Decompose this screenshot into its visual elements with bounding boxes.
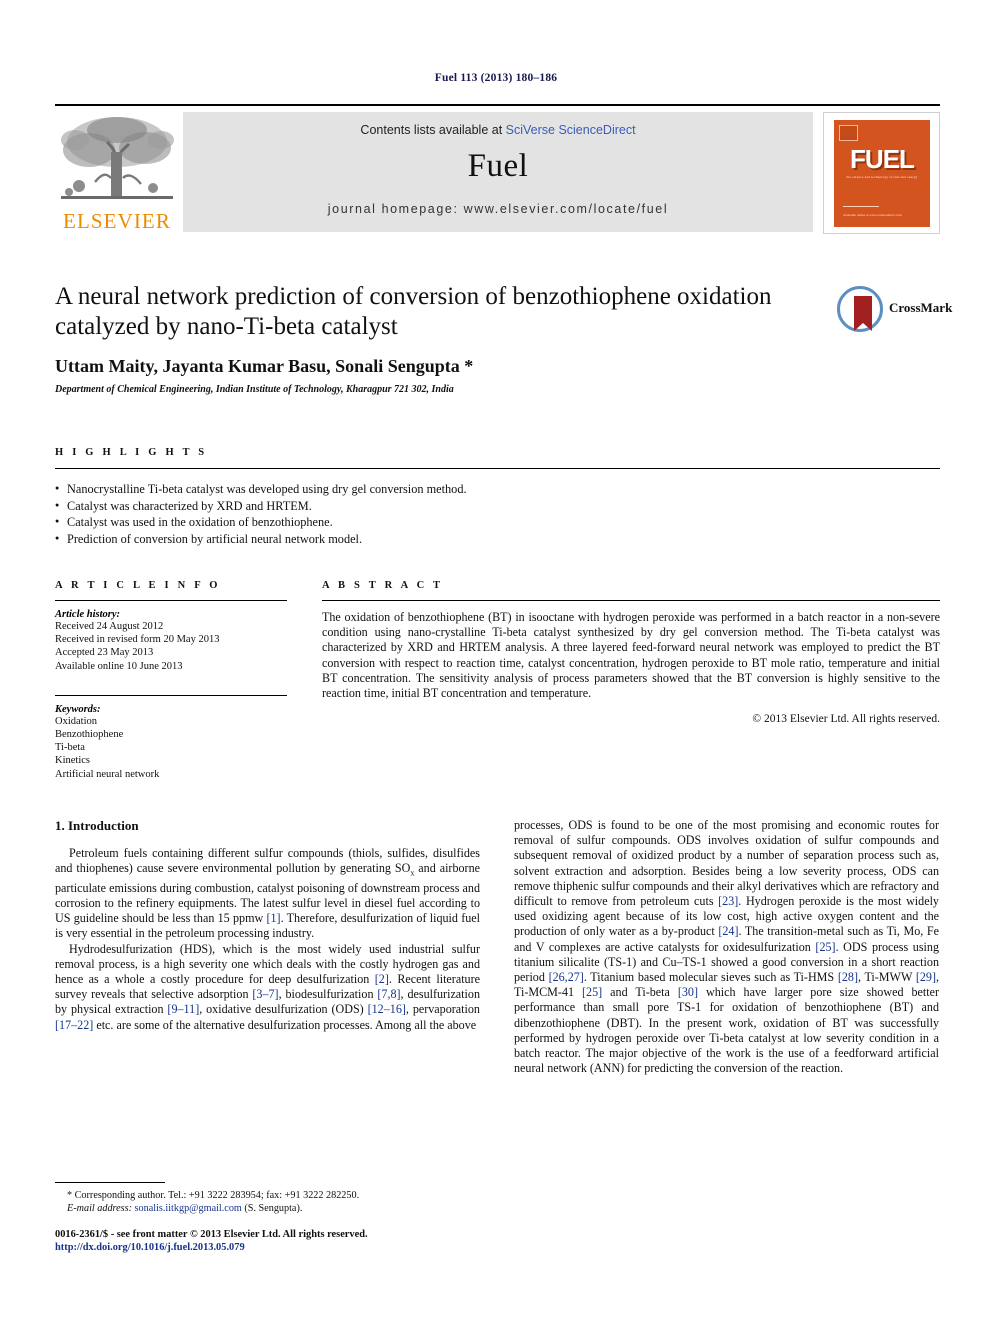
keywords-block: Keywords: Oxidation Benzothiophene Ti-be… [55, 694, 287, 781]
keyword-item: Ti-beta [55, 742, 85, 754]
elsevier-wordmark: ELSEVIER [63, 209, 171, 233]
highlights-list: Nanocrystalline Ti-beta catalyst was dev… [55, 480, 940, 548]
issn-copyright-line: 0016-2361/$ - see front matter © 2013 El… [55, 1229, 368, 1240]
email-owner: (S. Sengupta). [244, 1203, 303, 1214]
article-info-column: A R T I C L E I N F O Article history: R… [55, 580, 287, 781]
cover-elsevier-mark-icon [839, 125, 858, 141]
copyright-line: © 2013 Elsevier Ltd. All rights reserved… [752, 713, 940, 726]
article-body: 1. Introduction Petroleum fuels containi… [55, 818, 940, 1076]
imprint-block: 0016-2361/$ - see front matter © 2013 El… [55, 1228, 525, 1254]
elsevier-logo: ELSEVIER [55, 112, 179, 234]
journal-homepage-link[interactable]: journal homepage: www.elsevier.com/locat… [183, 202, 813, 216]
keyword-item: Oxidation [55, 715, 97, 727]
history-line: Received 24 August 2012 [55, 621, 164, 632]
list-item: Catalyst was characterized by XRD and HR… [55, 497, 940, 515]
author-list: Uttam Maity, Jayanta Kumar Basu, Sonali … [55, 356, 474, 376]
crossmark-ribbon-icon [854, 296, 872, 331]
history-line: Received in revised form 20 May 2013 [55, 634, 220, 646]
keyword-item: Benzothiophene [55, 729, 124, 741]
body-column-right: processes, ODS is found to be one of the… [514, 818, 939, 1076]
corresponding-author-line: * Corresponding author. Tel.: +91 3222 2… [67, 1190, 360, 1201]
elsevier-tree-icon [55, 112, 179, 208]
masthead-top-rule [55, 104, 940, 106]
journal-article-page: Fuel 113 (2013) 180–186 ELSEVIER Content… [0, 0, 992, 1323]
abstract-rule [322, 600, 940, 601]
journal-cover-thumbnail: FUEL the science and technology of fuel … [823, 112, 940, 234]
abstract-heading: A B S T R A C T [322, 580, 444, 591]
keyword-item: Kinetics [55, 755, 90, 767]
cover-divider [843, 206, 879, 207]
history-line: Available online 10 June 2013 [55, 660, 183, 672]
article-info-heading: A R T I C L E I N F O [55, 580, 221, 591]
crossmark-label: CrossMark [889, 300, 953, 315]
keywords-rule [55, 694, 287, 696]
history-line: Accepted 23 May 2013 [55, 647, 154, 659]
list-item: Prediction of conversion by artificial n… [55, 530, 940, 548]
highlights-rule [55, 468, 940, 469]
highlights-section: H I G H L I G H T S Nanocrystalline Ti-b… [55, 447, 940, 547]
abstract-text: The oxidation of benzothiophene (BT) in … [322, 610, 940, 701]
crossmark-badge[interactable]: CrossMark [837, 286, 952, 338]
affiliation: Department of Chemical Engineering, Indi… [55, 384, 454, 395]
cover-artwork: FUEL the science and technology of fuel … [834, 120, 930, 227]
abstract-column: A B S T R A C T The oxidation of benzoth… [322, 580, 940, 781]
email-line: E-mail address: sonalis.iitkgp@gmail.com… [55, 1202, 480, 1215]
keywords-label: Keywords: [55, 703, 101, 715]
running-head: Fuel 113 (2013) 180–186 [434, 72, 558, 84]
article-info-rule [55, 600, 287, 601]
contents-available-line: Contents lists available at SciVerse Sci… [183, 112, 813, 137]
section-heading-introduction: 1. Introduction [55, 818, 139, 833]
cover-subtitle: the science and technology of fuel and e… [846, 175, 918, 179]
paragraph: Hydrodesulfurization (HDS), which is the… [55, 941, 481, 1032]
journal-title: Fuel [467, 148, 529, 184]
body-column-left: 1. Introduction Petroleum fuels containi… [55, 818, 480, 1076]
sciencedirect-link[interactable]: SciVerse ScienceDirect [506, 123, 636, 137]
journal-masthead: ELSEVIER Contents lists available at Sci… [55, 104, 940, 234]
article-history-label: Article history: [55, 609, 121, 620]
page-title: A neural network prediction of conversio… [55, 283, 772, 340]
corresponding-author-footnote: * Corresponding author. Tel.: +91 3222 2… [55, 1182, 480, 1215]
list-item: Catalyst was used in the oxidation of be… [55, 513, 940, 531]
email-link[interactable]: sonalis.iitkgp@gmail.com [135, 1203, 242, 1214]
keyword-item: Artificial neural network [55, 768, 160, 780]
article-title-block: A neural network prediction of conversio… [55, 282, 952, 395]
doi-link[interactable]: http://dx.doi.org/10.1016/j.fuel.2013.05… [55, 1241, 525, 1254]
crossmark-circle-icon [837, 286, 883, 332]
masthead-center-panel: Contents lists available at SciVerse Sci… [183, 112, 813, 232]
cover-footer-text: Available online at www.sciencedirect.co… [843, 213, 902, 217]
cover-title: FUEL [850, 144, 915, 174]
highlights-heading: H I G H L I G H T S [55, 447, 208, 458]
info-abstract-section: A R T I C L E I N F O Article history: R… [55, 580, 940, 781]
email-label: E-mail address: [67, 1203, 132, 1214]
list-item: Nanocrystalline Ti-beta catalyst was dev… [55, 480, 940, 498]
paragraph: processes, ODS is found to be one of the… [514, 818, 940, 1076]
contents-prefix-text: Contents lists available at [360, 123, 506, 137]
paragraph: Petroleum fuels containing different sul… [55, 846, 481, 941]
footnote-rule [55, 1182, 165, 1183]
